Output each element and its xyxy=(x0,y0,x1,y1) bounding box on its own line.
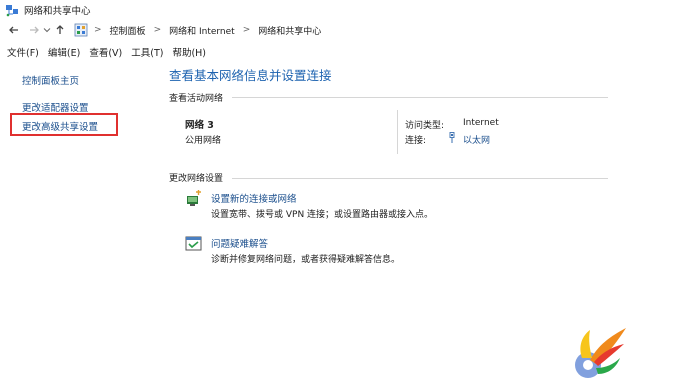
connection-label: 连接: xyxy=(405,136,427,146)
access-type-value: Internet xyxy=(463,118,499,128)
menu-bar: 文件(F) 编辑(E) 查看(V) 工具(T) 帮助(H) xyxy=(0,44,700,60)
network-name: 网络 3 xyxy=(185,120,214,131)
recent-locations-button[interactable] xyxy=(42,22,52,38)
title-bar: 网络和共享中心 xyxy=(0,0,700,20)
back-button[interactable] xyxy=(6,22,22,38)
troubleshoot-icon xyxy=(185,236,202,251)
page-title: 查看基本网络信息并设置连接 xyxy=(169,68,332,83)
watermark-logo xyxy=(575,328,626,378)
highlight-box xyxy=(10,113,118,136)
sidebar: 控制面板主页 更改适配器设置 更改高级共享设置 xyxy=(0,60,160,390)
access-type-label: 访问类型: xyxy=(405,121,445,131)
network-center-icon xyxy=(6,5,18,17)
troubleshoot-link[interactable]: 问题疑难解答 xyxy=(211,236,268,250)
section-divider xyxy=(232,178,608,179)
forward-button[interactable] xyxy=(26,22,42,38)
address-bar: > 控制面板 > 网络和 Internet > 网络和共享中心 xyxy=(0,20,700,40)
setup-new-connection-link[interactable]: 设置新的连接或网络 xyxy=(211,191,297,205)
control-panel-icon xyxy=(74,23,88,37)
column-divider xyxy=(397,110,398,154)
chevron-down-icon xyxy=(43,28,51,33)
breadcrumb-separator: > xyxy=(242,25,251,35)
breadcrumb-separator: > xyxy=(153,25,162,35)
troubleshoot-desc: 诊断并修复网络问题，或者获得疑难解答信息。 xyxy=(211,255,401,265)
active-networks-title: 查看活动网络 xyxy=(169,94,224,104)
menu-view[interactable]: 查看(V) xyxy=(89,45,122,59)
sidebar-item-adapter-settings[interactable]: 更改适配器设置 xyxy=(22,100,89,114)
connection-ethernet-link[interactable]: 以太网 xyxy=(463,133,490,146)
sidebar-item-control-panel-home[interactable]: 控制面板主页 xyxy=(22,73,79,87)
section-divider xyxy=(232,97,608,98)
back-arrow-icon xyxy=(9,26,18,34)
setup-new-connection-desc: 设置宽带、拨号或 VPN 连接；或设置路由器或接入点。 xyxy=(211,210,434,220)
menu-tools[interactable]: 工具(T) xyxy=(131,45,163,59)
menu-file[interactable]: 文件(F) xyxy=(7,45,39,59)
up-button[interactable] xyxy=(52,22,68,38)
breadcrumb: > 控制面板 > 网络和 Internet > 网络和共享中心 xyxy=(74,23,321,37)
up-arrow-icon xyxy=(56,25,64,34)
breadcrumb-control-panel[interactable]: 控制面板 xyxy=(110,24,146,37)
change-settings-title: 更改网络设置 xyxy=(169,174,224,184)
ethernet-icon xyxy=(449,132,455,143)
breadcrumb-network-internet[interactable]: 网络和 Internet xyxy=(169,24,235,37)
breadcrumb-network-center[interactable]: 网络和共享中心 xyxy=(258,24,321,37)
window-title: 网络和共享中心 xyxy=(24,6,91,17)
menu-help[interactable]: 帮助(H) xyxy=(172,45,206,59)
breadcrumb-separator: > xyxy=(94,25,102,35)
new-connection-icon xyxy=(187,190,201,206)
network-type-link[interactable]: 公用网络 xyxy=(185,133,221,146)
forward-arrow-icon xyxy=(30,26,39,34)
menu-edit[interactable]: 编辑(E) xyxy=(48,45,80,59)
